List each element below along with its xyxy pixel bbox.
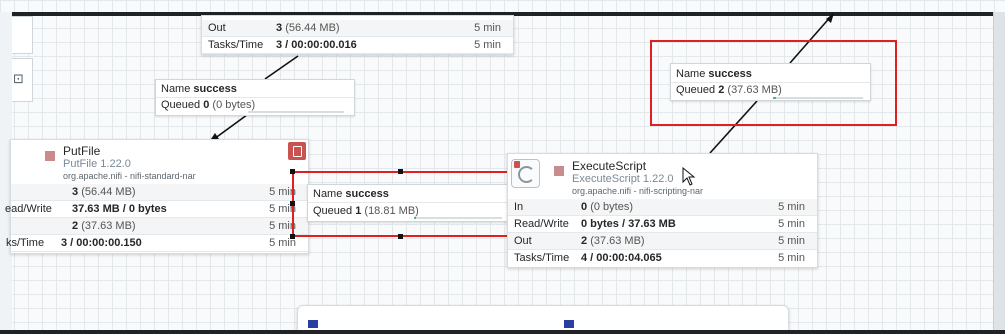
stat-label: Tasks/Time [208, 39, 264, 51]
selection-handle[interactable] [290, 201, 295, 206]
stat-row-tasks: ks/Time 3 / 00:00:00.150 5 min [6, 235, 308, 252]
stat-time: 5 min [778, 235, 805, 247]
processor-name: ExecuteScript [572, 159, 647, 173]
stat-value: 37.63 MB / 0 bytes [72, 203, 167, 215]
processor-bundle: org.apache.nifi - nifi-standard-nar [63, 171, 196, 181]
queue-progress-bar [248, 111, 344, 113]
panel-icon: ⊡ [13, 71, 24, 86]
connection-line-top [264, 55, 299, 80]
stat-row-in: In 0 (0 bytes) 5 min [508, 199, 817, 216]
stat-time: 5 min [778, 201, 805, 213]
processor-type: PutFile 1.22.0 [63, 158, 131, 170]
processor-icon [45, 151, 55, 161]
stat-row-in: 3 (56.44 MB) 5 min [11, 184, 308, 201]
flag-icon [564, 320, 574, 328]
executescript-processor[interactable]: ExecuteScript ExecuteScript 1.22.0 org.a… [507, 153, 818, 268]
stat-label: Out [514, 235, 532, 247]
bulletin-icon[interactable] [288, 142, 306, 160]
stat-row-out: 2 (37.63 MB) 5 min [11, 218, 308, 235]
flag-icon [308, 320, 318, 328]
script-processor-icon [511, 159, 540, 188]
processor-name: PutFile [63, 144, 101, 158]
stat-row-tasks: Tasks/Time 3 / 00:00:00.016 5 min [202, 37, 513, 54]
stat-value: 2 (37.63 MB) [581, 235, 645, 247]
navigate-panel-toggle[interactable] [12, 16, 33, 54]
stat-row-out: Out 2 (37.63 MB) 5 min [508, 233, 817, 250]
stat-value: 3 (56.44 MB) [276, 22, 340, 34]
stat-label: Tasks/Time [514, 252, 570, 264]
highlight-box-selected [292, 171, 512, 237]
processor-icon [554, 166, 564, 176]
stat-label: Read/Write [514, 218, 569, 230]
stat-value: 4 / 00:00:04.065 [581, 252, 662, 264]
processor-type: ExecuteScript 1.22.0 [572, 173, 674, 185]
putfile-processor[interactable]: PutFile PutFile 1.22.0 org.apache.nifi -… [5, 139, 309, 254]
stat-row-out: Out 3 (56.44 MB) 5 min [202, 20, 513, 37]
stat-time: 5 min [778, 218, 805, 230]
stat-row-readwrite: Read/Write 0 bytes / 37.63 MB 5 min [508, 216, 817, 233]
connection-queued: Queued 0 (0 bytes) [161, 99, 256, 111]
stat-value: 2 (37.63 MB) [72, 220, 136, 232]
selection-handle[interactable] [398, 169, 403, 174]
selection-handle[interactable] [290, 169, 295, 174]
stat-row-readwrite: ead/Write 37.63 MB / 0 bytes 5 min [5, 201, 308, 218]
connection-name: Name success [161, 83, 237, 95]
stat-label: ks/Time [6, 237, 45, 249]
stat-row-tasks: Tasks/Time 4 / 00:00:04.065 5 min [508, 250, 817, 266]
mouse-cursor-icon [682, 167, 696, 186]
stat-value: 3 (56.44 MB) [72, 186, 136, 198]
stat-label: Out [208, 22, 226, 34]
stat-label: ead/Write [5, 203, 52, 215]
stat-label: In [514, 201, 524, 213]
highlight-box [650, 40, 897, 126]
stat-time: 5 min [474, 22, 501, 34]
selection-handle[interactable] [290, 234, 295, 239]
selection-handle[interactable] [398, 234, 403, 239]
stat-value: 3 / 00:00:00.016 [276, 39, 357, 51]
flow-canvas[interactable]: ⊡ Out 3 (56.44 MB) 5 min Tasks/Time 3 / … [0, 0, 1005, 334]
connection-line-to-putfile [213, 111, 252, 140]
stat-time: 5 min [474, 39, 501, 51]
stat-value: 0 (0 bytes) [581, 201, 633, 213]
connection-label-success[interactable]: Name success Queued 0 (0 bytes) [155, 79, 355, 116]
processor-bundle: org.apache.nifi - nifi-scripting-nar [572, 186, 704, 196]
operate-panel-toggle[interactable]: ⊡ [12, 58, 33, 102]
stat-time: 5 min [778, 252, 805, 264]
upstream-processor-card[interactable]: Out 3 (56.44 MB) 5 min Tasks/Time 3 / 00… [201, 15, 514, 55]
stat-value: 0 bytes / 37.63 MB [581, 218, 676, 230]
window-bottom-border [0, 330, 1005, 334]
stat-value: 3 / 00:00:00.150 [61, 237, 142, 249]
